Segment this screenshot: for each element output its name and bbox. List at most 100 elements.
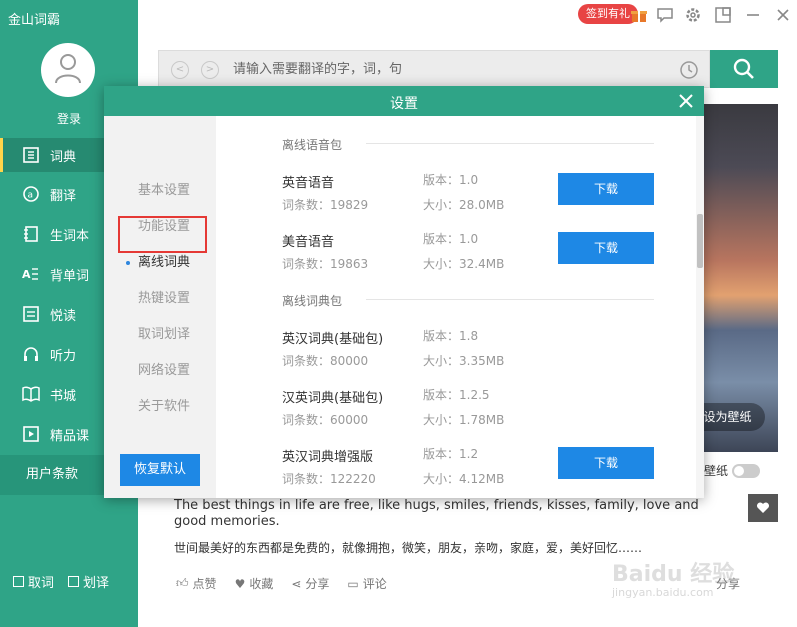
section-divider	[366, 143, 654, 144]
package-size: 大小：4.12MB	[423, 472, 505, 486]
share-button[interactable]: ⋖ 分享	[291, 575, 329, 592]
translate-icon: a	[22, 185, 40, 203]
bookstore-icon	[22, 385, 40, 403]
dialog-header: 设置	[104, 86, 704, 116]
back-button[interactable]: <	[171, 61, 189, 79]
svg-text:A: A	[22, 268, 31, 281]
user-terms-link[interactable]: 用户条款	[0, 455, 110, 495]
share-link-right[interactable]: 分享	[716, 575, 740, 592]
settings-nav-network[interactable]: 网络设置	[104, 355, 216, 387]
sidebar-item-label: 翻译	[50, 188, 77, 204]
daily-quote-english: The best things in life are free, like h…	[174, 498, 699, 529]
settings-nav-hotkeys[interactable]: 热键设置	[104, 283, 216, 315]
offline-dictionary-panel: 离线语音包 英音语音 词条数：19829 版本：1.0 大小：28.0MB 下载…	[216, 116, 704, 498]
package-count: 词条数：19863	[282, 257, 369, 271]
checkbox-box	[13, 576, 24, 587]
package-version: 版本：1.0	[423, 173, 479, 187]
sidebar-item-label: 词典	[50, 149, 77, 165]
dialog-close-icon[interactable]	[676, 91, 696, 111]
user-icon	[55, 54, 81, 84]
checkbox-box	[68, 576, 80, 587]
search-bar: < >	[158, 50, 710, 88]
dialog-scrollbar[interactable]	[696, 116, 704, 498]
sidebar-item-label: 背单词	[50, 268, 90, 284]
feedback-icon[interactable]	[656, 6, 674, 24]
package-name: 英汉词典增强版	[282, 450, 374, 465]
reading-icon	[22, 305, 40, 323]
quote-actions: 👍︎ 点赞 ♥ 收藏 ⋖ 分享 ▭ 评论	[176, 575, 387, 592]
favorite-label: 收藏	[249, 577, 274, 591]
wallpaper-toggle[interactable]: 壁纸	[704, 462, 761, 479]
course-icon	[22, 425, 40, 443]
comment-icon: ▭	[347, 576, 359, 591]
package-version: 版本：1.2.5	[423, 388, 490, 402]
comment-button[interactable]: ▭ 评论	[347, 575, 386, 592]
package-count: 词条数：60000	[282, 413, 369, 427]
forward-button[interactable]: >	[201, 61, 219, 79]
package-name: 美音语音	[282, 235, 335, 250]
download-button[interactable]: 下载	[558, 232, 654, 264]
package-count: 词条数：19829	[282, 198, 369, 212]
checkbox-label: 取词	[28, 576, 55, 591]
daily-quote-chinese: 世间最美好的东西都是免费的，就像拥抱，微笑，朋友，亲吻，家庭，爱，美好回忆……	[174, 541, 643, 555]
active-dot	[126, 261, 130, 265]
word-capture-checkbox[interactable]: 取词	[13, 572, 54, 591]
package-version: 版本：1.8	[423, 329, 479, 343]
section-divider	[366, 299, 654, 300]
history-icon[interactable]	[679, 60, 699, 80]
settings-nav-word-capture[interactable]: 取词划译	[104, 319, 216, 351]
settings-nav-label: 离线词典	[138, 255, 191, 270]
memorize-icon: A	[22, 265, 40, 283]
like-button[interactable]: 👍︎ 点赞	[176, 575, 217, 592]
selection-translate-checkbox[interactable]: 划译	[68, 572, 109, 591]
sidebar-item-label: 听力	[50, 348, 77, 364]
voice-section-title: 离线语音包	[282, 138, 343, 152]
sidebar-options: 取词 划译	[13, 572, 109, 591]
comment-label: 评论	[362, 577, 387, 591]
sidebar-item-label: 生词本	[50, 228, 90, 244]
settings-nav-basic[interactable]: 基本设置	[104, 175, 216, 207]
package-count: 词条数：80000	[282, 354, 369, 368]
gear-icon[interactable]	[684, 6, 702, 24]
package-name: 英汉词典(基础包)	[282, 332, 384, 347]
app-title: 金山词霸	[8, 13, 61, 28]
heart-icon	[756, 502, 770, 513]
search-icon	[733, 58, 754, 79]
share-right-label: 分享	[716, 577, 741, 591]
svg-text:a: a	[28, 191, 34, 201]
minimize-icon[interactable]	[744, 6, 762, 24]
toggle-label: 壁纸	[704, 464, 729, 478]
package-size: 大小：32.4MB	[423, 257, 505, 271]
package-size: 大小：3.35MB	[423, 354, 505, 368]
checkbox-label: 划译	[83, 576, 110, 591]
scroll-thumb[interactable]	[697, 214, 703, 268]
package-size: 大小：28.0MB	[423, 198, 505, 212]
settings-nav: 基本设置 功能设置 离线词典 热键设置 取词划译 网络设置 关于软件 恢复默认	[104, 116, 216, 498]
search-input[interactable]	[233, 53, 663, 85]
package-name: 英音语音	[282, 176, 335, 191]
like-label: 点赞	[192, 577, 217, 591]
search-button[interactable]	[710, 50, 778, 88]
headphones-icon	[22, 345, 40, 363]
package-name: 汉英词典(基础包)	[282, 391, 384, 406]
heart-outline-icon: ♥	[234, 576, 246, 591]
share-icon: ⋖	[291, 576, 302, 591]
red-highlight-annotation	[118, 216, 207, 253]
favorite-button[interactable]: ♥ 收藏	[235, 575, 274, 592]
favorite-heart-button[interactable]	[748, 494, 778, 522]
sidebar-item-label: 书城	[50, 388, 77, 404]
signin-gift-badge[interactable]: 签到有礼	[578, 4, 638, 24]
close-icon[interactable]	[774, 6, 792, 24]
watermark-url: jingyan.baidu.com	[612, 586, 714, 599]
toggle-switch[interactable]	[732, 463, 761, 478]
download-button[interactable]: 下载	[558, 447, 654, 479]
download-button[interactable]: 下载	[558, 173, 654, 205]
restore-defaults-button[interactable]: 恢复默认	[120, 454, 200, 486]
settings-nav-about[interactable]: 关于软件	[104, 391, 216, 423]
avatar[interactable]	[41, 43, 95, 97]
sidebar-item-label: 精品课	[50, 428, 90, 444]
wallpaper-image	[700, 104, 778, 452]
thumbs-up-icon: 👍︎	[176, 576, 189, 590]
mini-mode-icon[interactable]	[714, 6, 732, 24]
gift-icon[interactable]	[630, 6, 648, 24]
